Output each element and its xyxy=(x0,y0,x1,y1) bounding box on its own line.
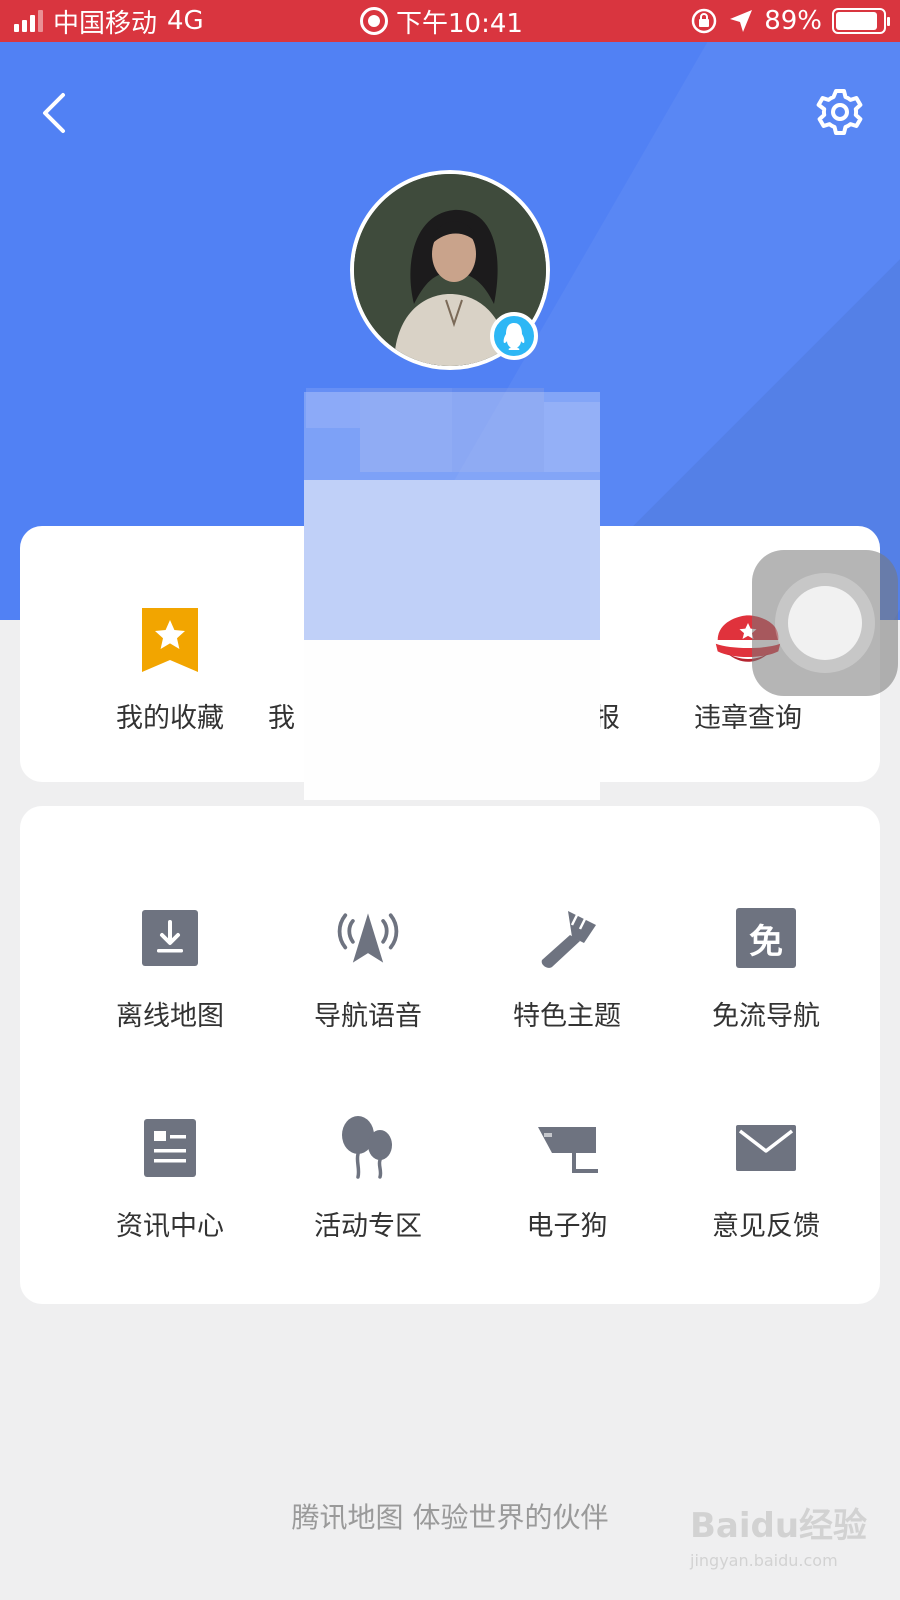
back-button[interactable] xyxy=(34,86,74,140)
assistive-touch-button[interactable] xyxy=(752,550,898,696)
battery-fill xyxy=(836,12,877,30)
favorites-button[interactable]: 我的收藏 xyxy=(70,604,270,735)
watermark-title: Baidu经验 xyxy=(690,1506,868,1546)
screen-record-icon xyxy=(360,7,388,35)
free-data-nav-label: 免流导航 xyxy=(712,1001,820,1032)
speed-camera-label: 电子狗 xyxy=(526,1211,608,1242)
signal-icon xyxy=(14,10,43,32)
battery-percent: 89% xyxy=(764,6,822,36)
free-data-icon: 免 xyxy=(736,908,796,968)
activity-zone-label: 活动专区 xyxy=(314,1211,422,1242)
balloons-icon xyxy=(342,1116,392,1179)
offline-map-button[interactable]: 离线地图 xyxy=(70,902,270,1033)
theme-button[interactable]: 特色主题 xyxy=(467,902,667,1033)
nav-voice-button[interactable]: 导航语音 xyxy=(268,902,468,1033)
status-bar: 中国移动 4G 下午10:41 89% xyxy=(0,0,900,42)
settings-button[interactable] xyxy=(812,84,868,140)
news-icon xyxy=(144,1119,196,1177)
speed-camera-button[interactable]: 电子狗 xyxy=(467,1112,667,1243)
favorites-label: 我的收藏 xyxy=(116,703,224,734)
clock: 下午10:41 xyxy=(396,8,523,39)
location-arrow-icon xyxy=(730,10,753,32)
theme-label: 特色主题 xyxy=(513,1001,621,1032)
qq-penguin-icon xyxy=(503,323,525,350)
qq-badge-icon xyxy=(490,312,538,360)
watermark-subtitle: jingyan.baidu.com xyxy=(690,1551,838,1570)
nav-voice-label: 导航语音 xyxy=(314,1001,422,1032)
chevron-left-icon xyxy=(43,93,65,133)
envelope-icon xyxy=(736,1125,796,1171)
battery-icon xyxy=(832,8,890,34)
feedback-button[interactable]: 意见反馈 xyxy=(666,1112,866,1243)
navigation-voice-icon xyxy=(337,913,399,963)
news-center-button[interactable]: 资讯中心 xyxy=(70,1112,270,1243)
camera-icon xyxy=(538,1127,598,1173)
paintbrush-icon xyxy=(541,911,596,968)
free-data-nav-button[interactable]: 免 免流导航 xyxy=(666,902,866,1033)
rotation-lock-icon xyxy=(691,8,717,34)
violation-query-label: 违章查询 xyxy=(694,703,802,734)
star-bookmark-icon xyxy=(142,608,198,672)
redaction-overlay xyxy=(304,392,600,800)
watermark: Baidu经验 jingyan.baidu.com xyxy=(690,1498,890,1588)
activity-zone-button[interactable]: 活动专区 xyxy=(268,1112,468,1243)
tools-card: 离线地图 导航语音 特色主题 免 免流导航 资讯中心 活动专区 电子狗 意见反馈 xyxy=(20,806,880,1304)
download-icon xyxy=(142,910,198,966)
network-type: 4G xyxy=(167,6,204,36)
news-center-label: 资讯中心 xyxy=(116,1211,224,1242)
feedback-label: 意见反馈 xyxy=(712,1211,820,1242)
gear-icon xyxy=(816,89,863,135)
offline-map-label: 离线地图 xyxy=(116,1001,224,1032)
carrier-name: 中国移动 xyxy=(53,8,158,39)
